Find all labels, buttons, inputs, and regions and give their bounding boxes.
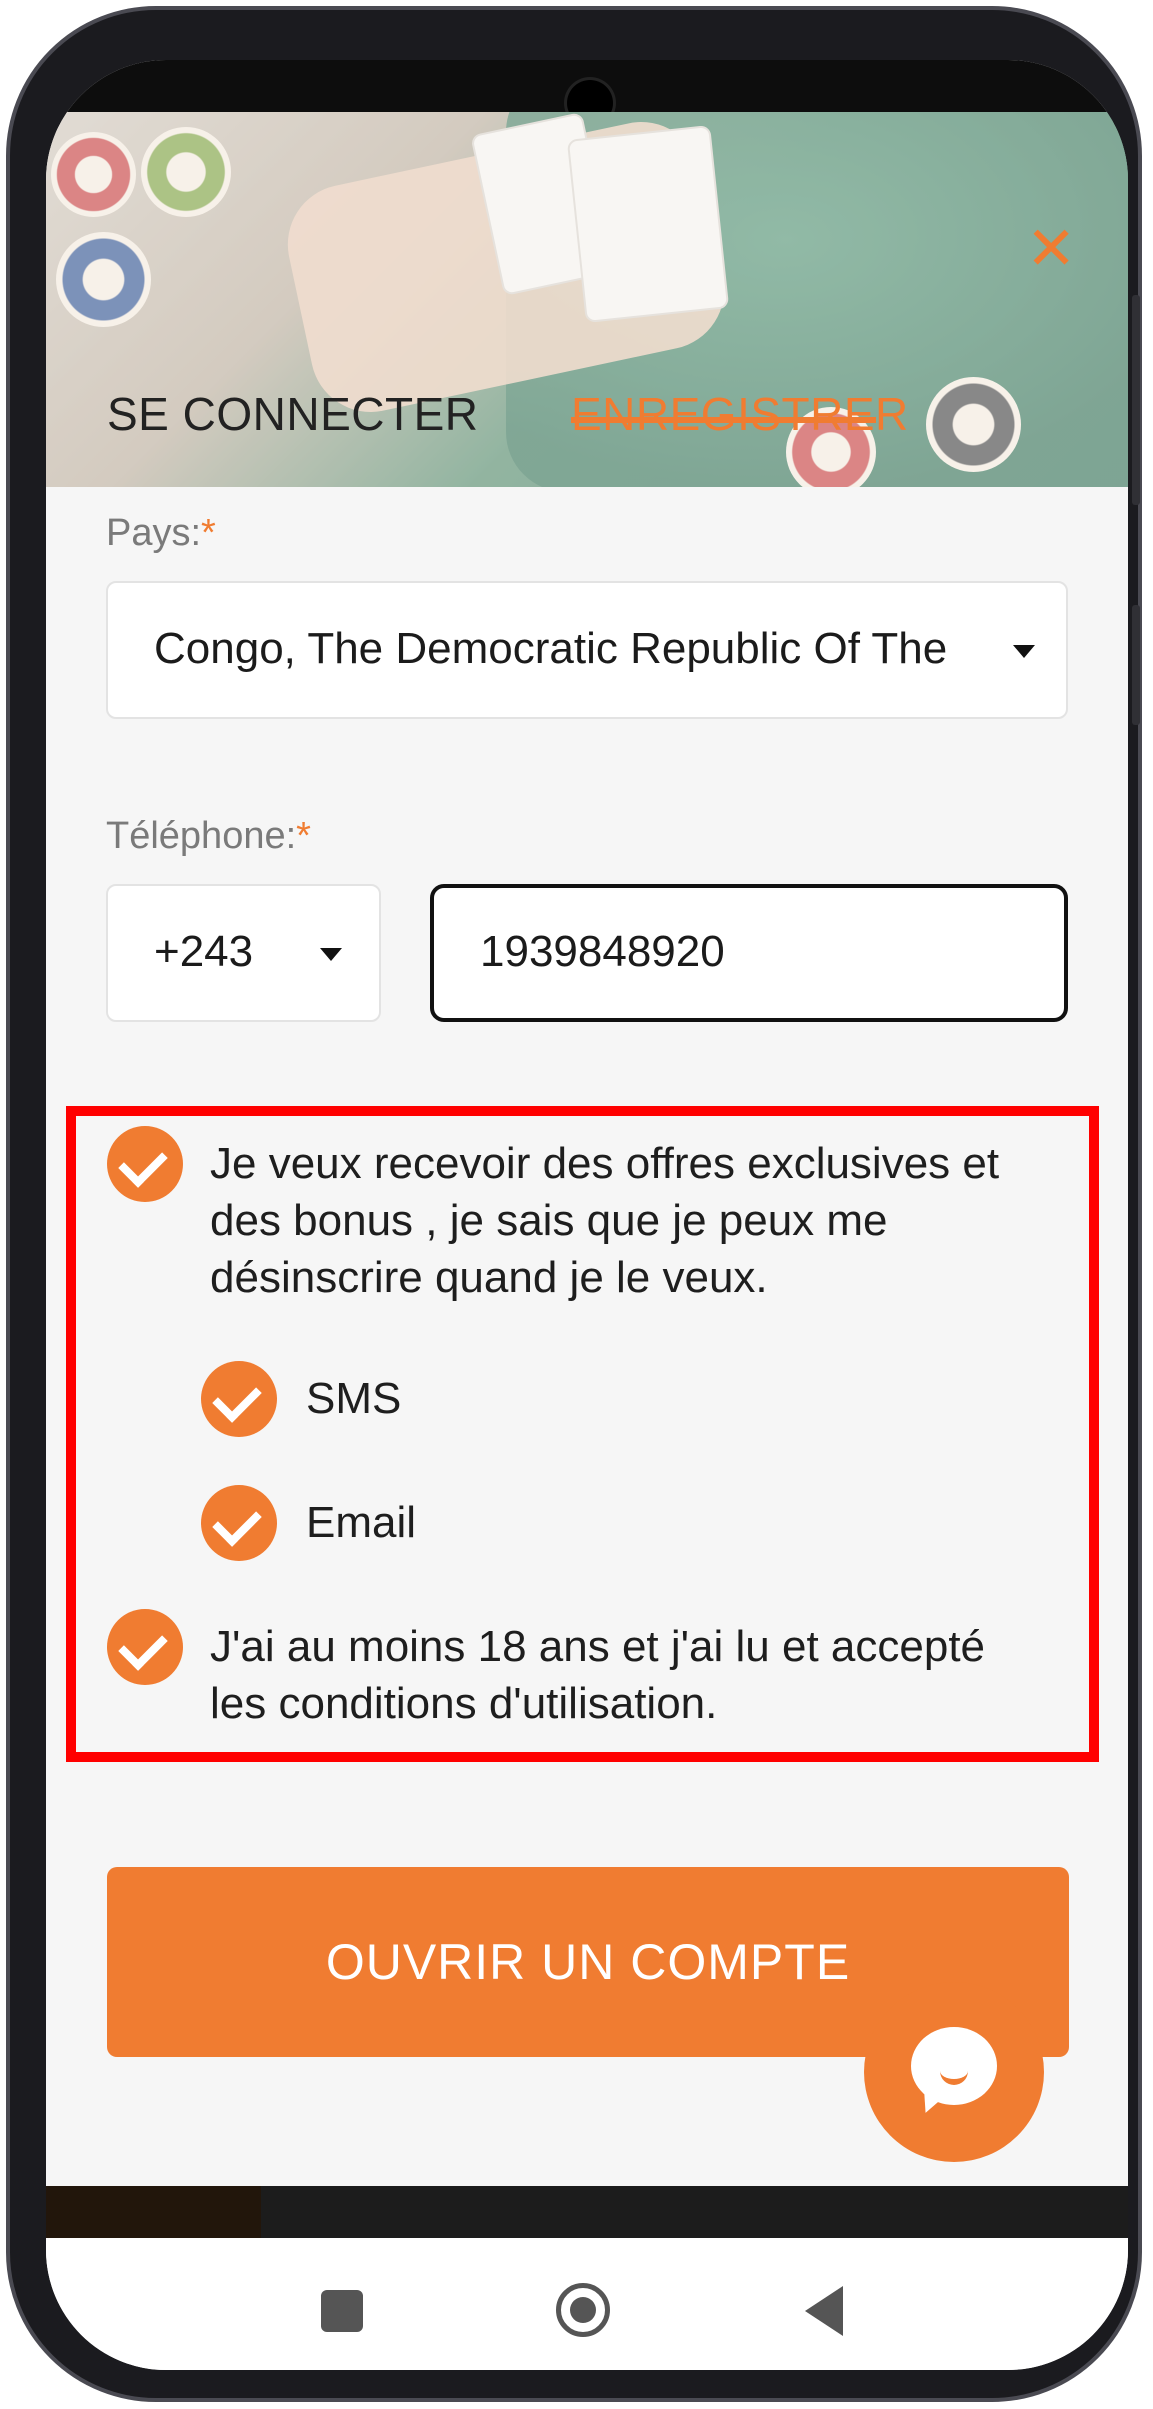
terms-consent-text: J'ai au moins 18 ans et j'ai lu et accep…	[210, 1618, 985, 1732]
back-icon[interactable]	[805, 2286, 843, 2336]
chevron-down-icon	[320, 948, 342, 961]
promo-checkbox[interactable]	[107, 1126, 183, 1202]
tab-register[interactable]: ENREGISTRER	[571, 387, 909, 441]
phone-number-input[interactable]: 1939848920	[430, 884, 1068, 1022]
email-label: Email	[306, 1498, 417, 1547]
tab-login[interactable]: SE CONNECTER	[107, 387, 478, 441]
country-code-select[interactable]: +243	[106, 884, 381, 1022]
terms-line: J'ai au moins 18 ans et j'ai lu et accep…	[210, 1622, 986, 1671]
header-banner: ✕ SE CONNECTER ENREGISTRER	[46, 112, 1128, 487]
terms-checkbox[interactable]	[107, 1609, 183, 1685]
country-label-text: Pays:	[106, 512, 202, 554]
phone-frame: ✕ SE CONNECTER ENREGISTRER Pays:* Congo,…	[6, 6, 1142, 2402]
chat-button[interactable]	[864, 1982, 1044, 2162]
volume-button	[1132, 295, 1140, 505]
email-checkbox[interactable]	[201, 1485, 277, 1561]
required-marker: *	[296, 815, 311, 857]
sms-checkbox[interactable]	[201, 1361, 277, 1437]
promo-line: désinscrire quand je le veux.	[210, 1253, 768, 1302]
close-icon[interactable]: ✕	[1026, 219, 1076, 279]
country-code-value: +243	[154, 927, 254, 976]
promo-line: Je veux recevoir des offres exclusives e…	[210, 1139, 1000, 1188]
phone-label-text: Téléphone:	[106, 815, 297, 857]
footer-strip-accent	[46, 2186, 261, 2238]
recent-apps-icon[interactable]	[321, 2290, 363, 2332]
promo-line: des bonus , je sais que je peux me	[210, 1196, 888, 1245]
power-button	[1132, 605, 1140, 725]
phone-label: Téléphone:*	[106, 815, 311, 858]
screen: ✕ SE CONNECTER ENREGISTRER Pays:* Congo,…	[46, 60, 1128, 2370]
terms-line: les conditions d'utilisation.	[210, 1679, 718, 1728]
required-marker: *	[201, 512, 216, 554]
promo-consent-text: Je veux recevoir des offres exclusives e…	[210, 1135, 999, 1306]
home-icon[interactable]	[556, 2283, 610, 2337]
active-tab-indicator	[571, 417, 876, 423]
footer-strip	[46, 2186, 1128, 2238]
country-label: Pays:*	[106, 512, 216, 555]
sms-label: SMS	[306, 1374, 402, 1423]
country-select-value: Congo, The Democratic Republic Of The	[154, 624, 948, 673]
system-navbar	[46, 2238, 1128, 2370]
country-select[interactable]: Congo, The Democratic Republic Of The	[106, 581, 1068, 719]
chevron-down-icon	[1013, 645, 1035, 658]
phone-number-value: 1939848920	[480, 927, 725, 976]
